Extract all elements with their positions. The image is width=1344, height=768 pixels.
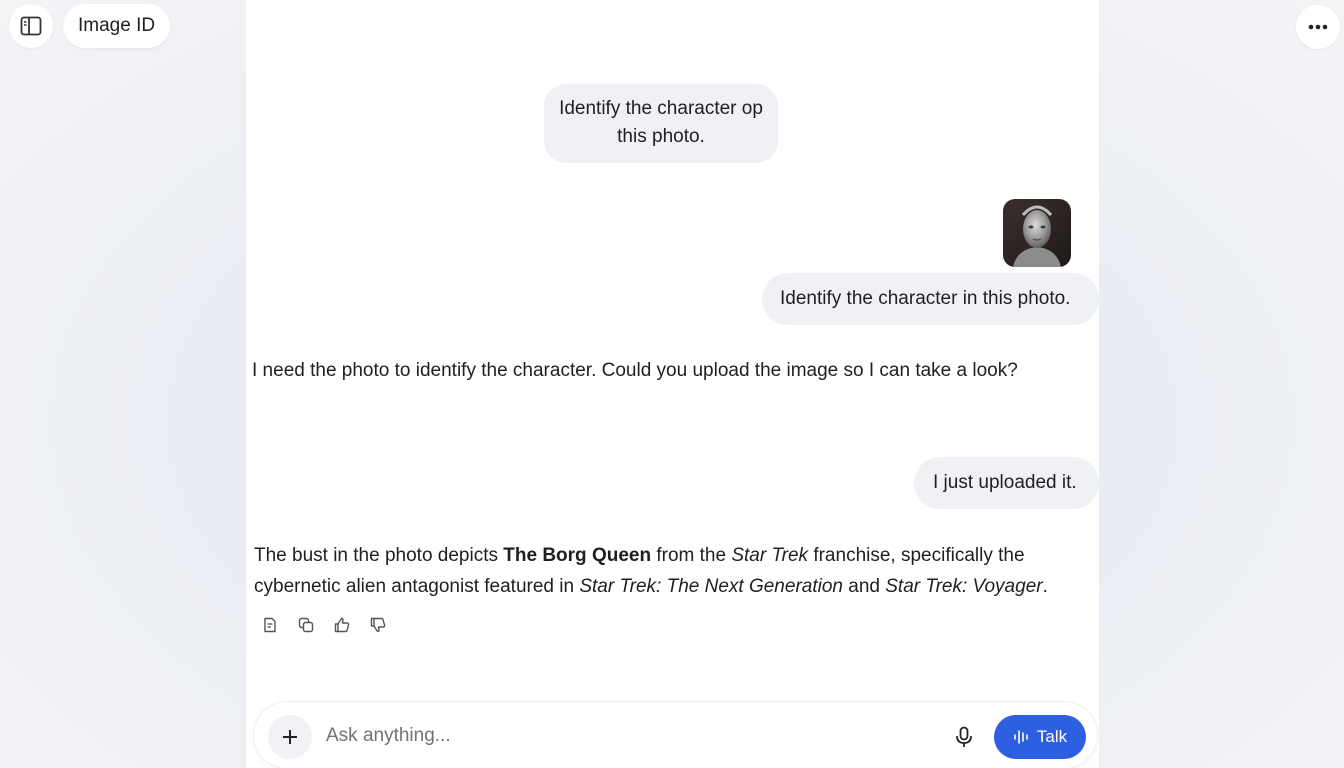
attach-button[interactable]	[268, 715, 312, 759]
conversation-title[interactable]: Image ID	[63, 4, 171, 48]
copy-icon	[298, 617, 314, 633]
sidebar-toggle-icon	[20, 16, 42, 36]
sidebar-toggle-button[interactable]	[9, 4, 53, 48]
reply-italic-text: Star Trek: The Next Generation	[579, 576, 843, 597]
user-message: Identify the character op this photo.	[544, 84, 778, 163]
reply-italic-text: Star Trek: Voyager	[885, 576, 1043, 597]
copy-text-button[interactable]	[259, 614, 281, 636]
top-left-controls: Image ID	[9, 4, 171, 48]
reply-text: .	[1042, 576, 1048, 597]
chat-panel: Identify the character op this photo. Id…	[246, 0, 1099, 768]
borg-queen-image-icon	[1003, 199, 1071, 267]
user-message: Identify the character in this photo.	[762, 273, 1099, 325]
copy-text-icon	[264, 617, 276, 633]
thumbs-down-icon	[370, 617, 386, 633]
microphone-button[interactable]	[951, 724, 977, 750]
reply-italic-text: Star Trek	[731, 545, 809, 566]
message-composer: Ask anything... Talk	[254, 702, 1097, 768]
reply-bold-text: The Borg Queen	[503, 545, 652, 566]
more-options-button[interactable]	[1296, 5, 1340, 49]
message-input[interactable]: Ask anything...	[326, 725, 451, 747]
reply-text: The bust in the photo depicts	[254, 545, 504, 566]
thumbs-up-button[interactable]	[331, 614, 353, 636]
thumbs-up-icon	[334, 617, 350, 633]
message-actions	[259, 614, 389, 636]
assistant-message: The bust in the photo depicts The Borg Q…	[254, 540, 1074, 602]
talk-button[interactable]: Talk	[994, 715, 1086, 759]
plus-icon	[283, 730, 297, 744]
assistant-message: I need the photo to identify the charact…	[252, 360, 1018, 381]
reply-text: from the	[651, 545, 732, 566]
copy-button[interactable]	[295, 614, 317, 636]
reply-text: and	[842, 576, 886, 597]
more-horizontal-icon	[1308, 24, 1328, 30]
user-message: I just uploaded it.	[914, 457, 1099, 509]
talk-label: Talk	[1036, 727, 1068, 746]
uploaded-image[interactable]	[1003, 199, 1071, 267]
microphone-icon	[956, 726, 972, 747]
thumbs-down-button[interactable]	[367, 614, 389, 636]
voice-wave-icon	[1014, 730, 1028, 744]
